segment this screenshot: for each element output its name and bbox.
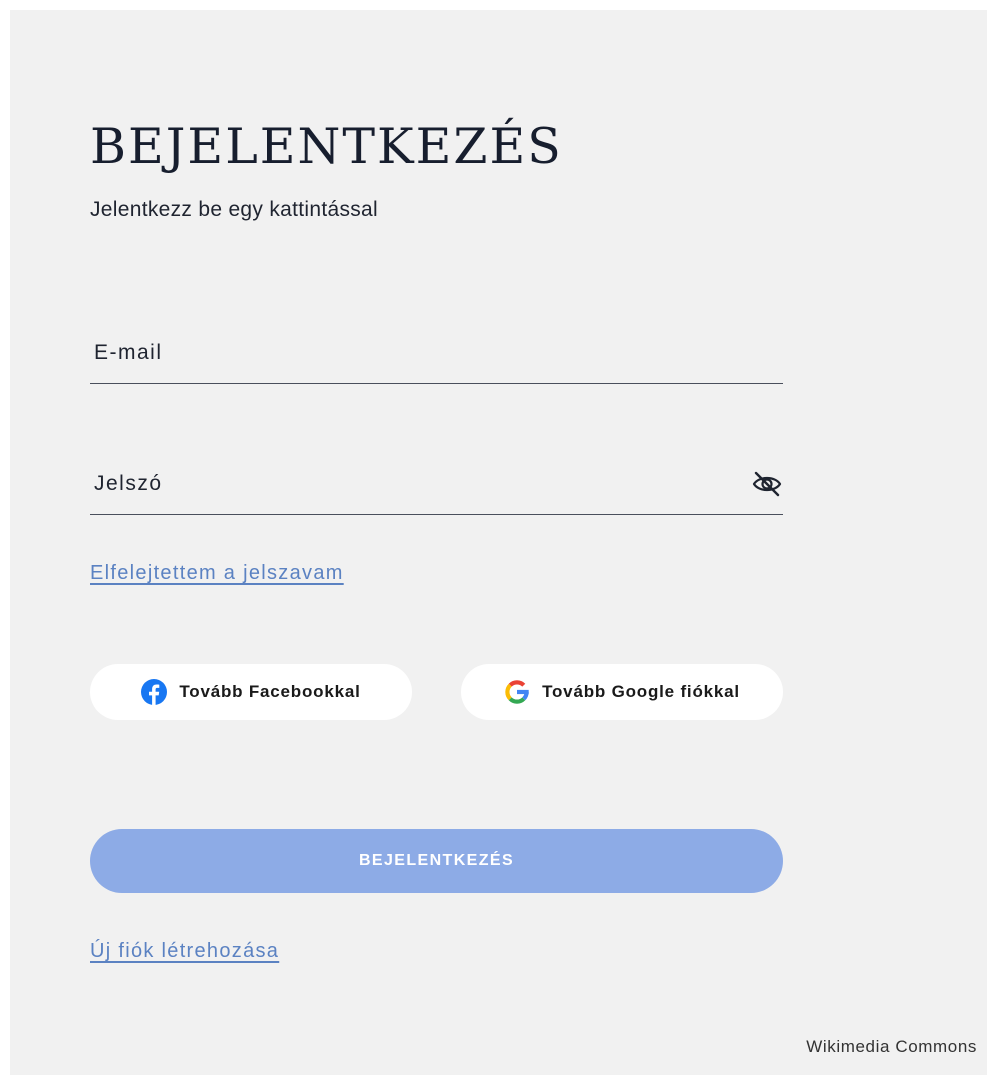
google-button-label: Tovább Google fiókkal <box>542 682 740 701</box>
forgot-password-link[interactable]: Elfelejtettem a jelszavam <box>90 562 344 585</box>
facebook-login-button[interactable]: Tovább Facebookkal <box>90 664 412 720</box>
google-login-button[interactable]: Tovább Google fiókkal <box>461 664 783 720</box>
facebook-icon <box>141 679 168 705</box>
submit-button-label: BEJELENTKEZÉS <box>358 852 515 869</box>
create-account-link[interactable]: Új fiók létrehozása <box>90 940 279 963</box>
login-page: BEJELENTKEZÉS Jelentkezz be egy kattintá… <box>10 10 987 1075</box>
password-field <box>90 454 783 515</box>
eye-off-icon[interactable] <box>751 470 783 498</box>
login-submit-button[interactable]: BEJELENTKEZÉS <box>90 829 783 893</box>
image-credit: Wikimedia Commons <box>806 1037 977 1056</box>
password-input[interactable] <box>94 464 714 504</box>
facebook-button-label: Tovább Facebookkal <box>179 682 361 701</box>
google-icon <box>504 679 530 705</box>
page-title: BEJELENTKEZÉS <box>90 118 563 175</box>
email-input[interactable] <box>94 333 714 373</box>
email-field <box>90 323 783 384</box>
page-subtitle: Jelentkezz be egy kattintással <box>90 198 378 221</box>
